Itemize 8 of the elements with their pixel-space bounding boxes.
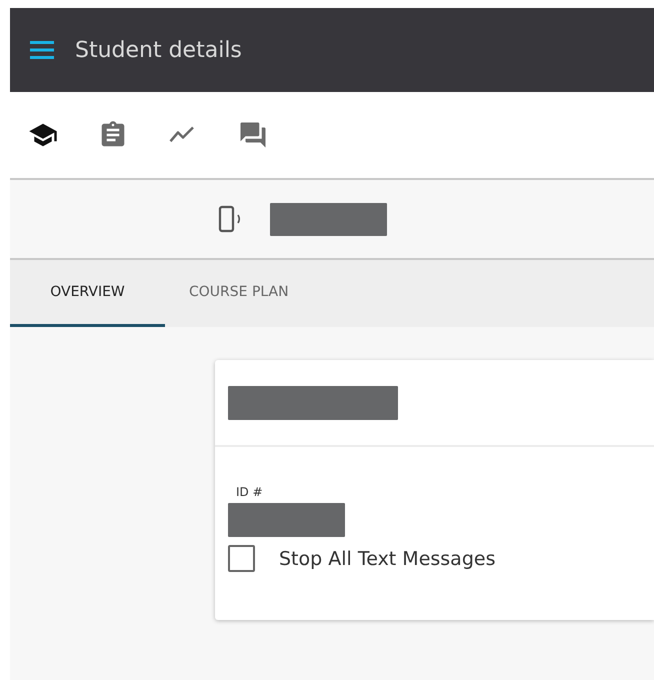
field-label: ID # xyxy=(236,485,263,499)
tab[interactable]: COURSE PLAN xyxy=(165,260,313,327)
checkbox[interactable] xyxy=(228,545,255,572)
tab[interactable]: OVERVIEW xyxy=(10,260,165,327)
menu-icon[interactable] xyxy=(30,41,54,59)
checkbox-label: Stop All Text Messages xyxy=(279,548,496,570)
chat-icon[interactable] xyxy=(238,120,268,150)
page-title: Student details xyxy=(75,38,242,62)
